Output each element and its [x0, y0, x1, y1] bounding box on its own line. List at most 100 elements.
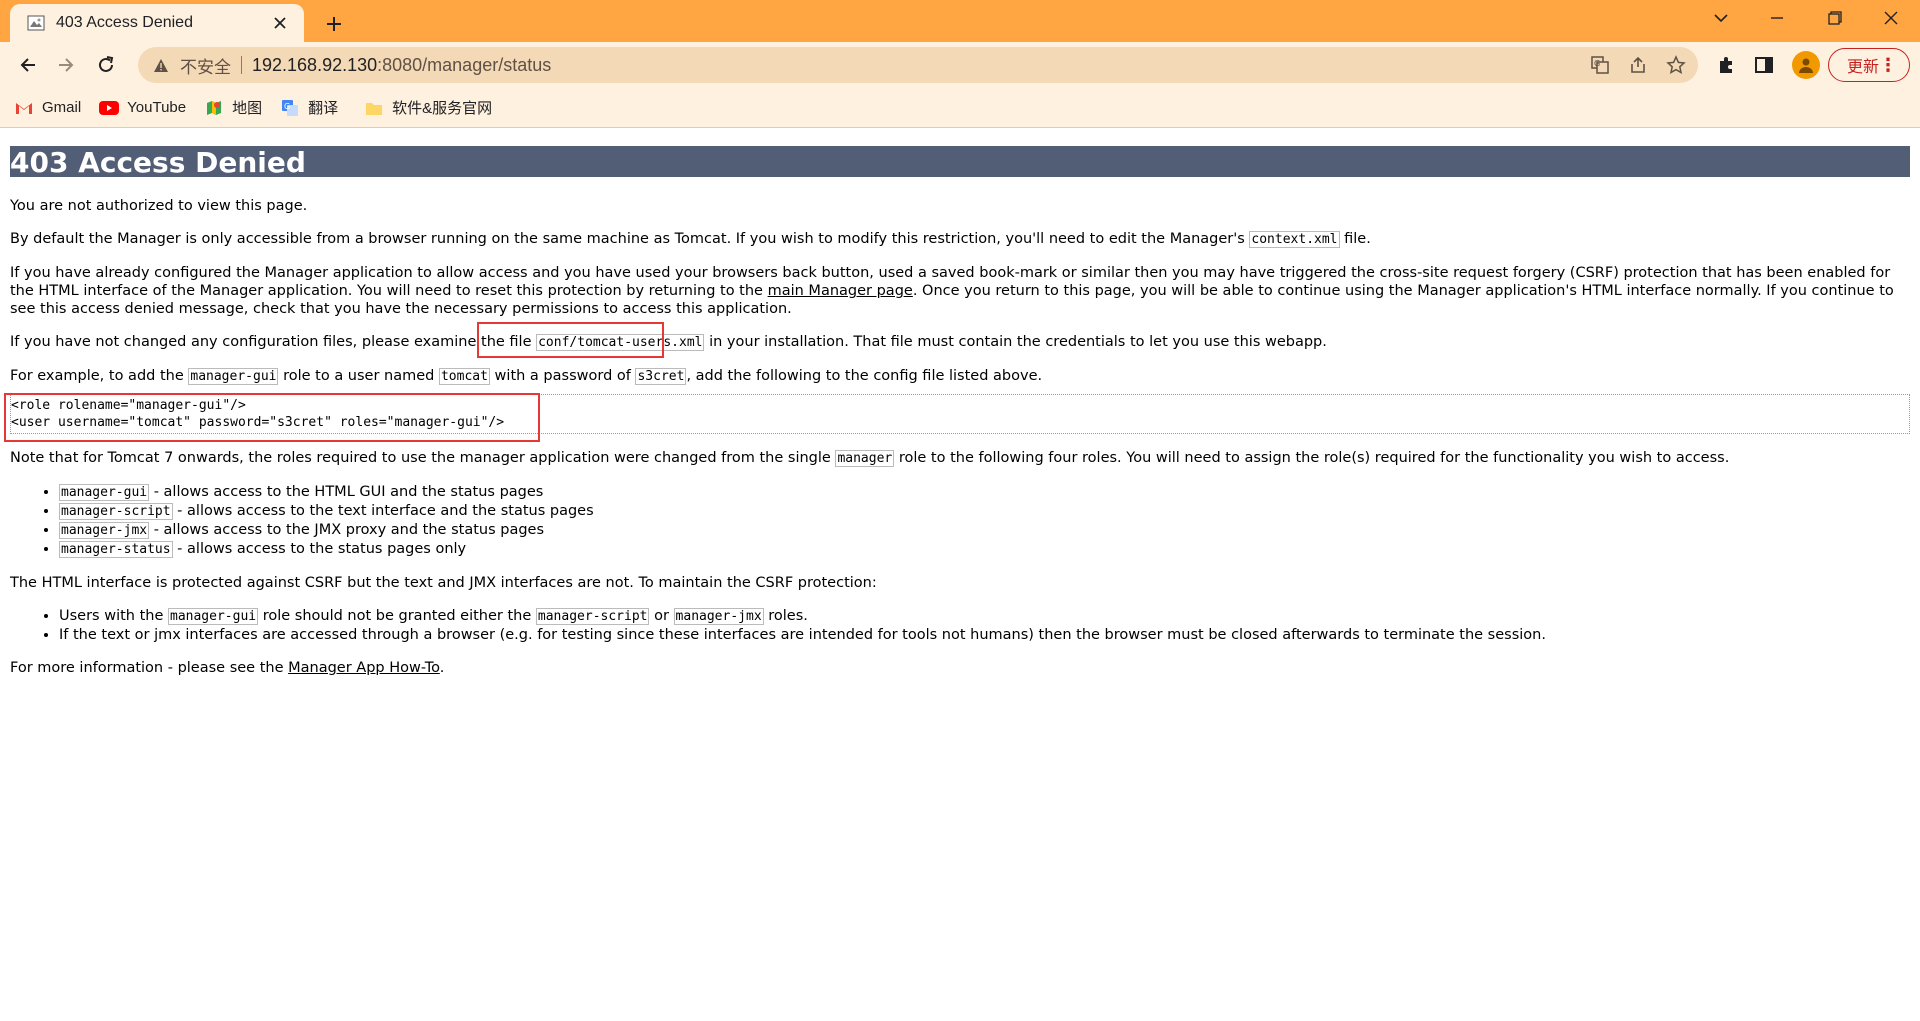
page-title: 403 Access Denied — [10, 146, 1910, 179]
bookmark-translate[interactable]: G 翻译 — [280, 97, 338, 118]
bookmarks-bar: Gmail YouTube 地图 G 翻译 软件&服务官网 — [0, 88, 1920, 128]
list-item: manager-status - allows access to the st… — [59, 540, 1910, 559]
browser-chrome: 403 Access Denied 不安全 192.168.92.130:808… — [0, 0, 1920, 128]
paragraph-more-info: For more information - please see the Ma… — [10, 659, 1910, 677]
paragraph-default-access: By default the Manager is only accessibl… — [10, 230, 1910, 249]
new-tab-button[interactable] — [318, 8, 350, 40]
list-item: Users with the manager-gui role should n… — [59, 607, 1910, 626]
text: If you have not changed any configuratio… — [10, 334, 537, 350]
code-context-xml: context.xml — [1249, 231, 1340, 248]
manager-app-howto-link[interactable]: Manager App How-To — [288, 660, 440, 676]
url-text[interactable]: 192.168.92.130:8080/manager/status — [252, 55, 551, 76]
paragraph-tomcat7-roles: Note that for Tomcat 7 onwards, the role… — [10, 449, 1910, 468]
code-manager-gui: manager-gui — [168, 608, 259, 625]
menu-dots-icon: ⋮ — [1879, 55, 1897, 75]
text: role to a user named — [278, 368, 439, 384]
highlight-box-tomcat-users — [477, 322, 664, 358]
gmail-icon — [14, 100, 34, 116]
text: . — [439, 660, 445, 676]
code-manager-gui: manager-gui — [188, 368, 279, 385]
text: Note that for Tomcat 7 onwards, the role… — [10, 450, 836, 466]
text: with a password of — [489, 368, 636, 384]
forward-arrow-icon[interactable] — [50, 49, 82, 81]
bookmark-gmail[interactable]: Gmail — [14, 99, 81, 116]
code-role: manager-status — [59, 541, 173, 558]
back-arrow-icon[interactable] — [12, 49, 44, 81]
page-content: 403 Access Denied You are not authorized… — [0, 128, 1920, 1021]
text: For example, to add the — [10, 368, 189, 384]
text: role should not be granted either the — [258, 608, 536, 624]
list-item: manager-script - allows access to the te… — [59, 502, 1910, 521]
text: By default the Manager is only accessibl… — [10, 231, 1250, 247]
tab-active[interactable]: 403 Access Denied — [10, 4, 304, 42]
csrf-list: Users with the manager-gui role should n… — [59, 607, 1910, 644]
code-role: manager-jmx — [59, 522, 150, 539]
bookmark-folder[interactable]: 软件&服务官网 — [364, 97, 492, 118]
translate-icon: G — [280, 99, 300, 116]
tomcat-favicon-icon — [26, 13, 46, 33]
paragraph-example: For example, to add the manager-gui role… — [10, 367, 1910, 386]
minimize-icon[interactable] — [1750, 0, 1804, 36]
code-role: manager-script — [59, 503, 173, 520]
list-item: If the text or jmx interfaces are access… — [59, 626, 1910, 644]
tab-strip: 403 Access Denied — [0, 0, 1920, 42]
profile-avatar-icon[interactable] — [1792, 51, 1820, 79]
text: or — [649, 608, 674, 624]
bookmark-label: 翻译 — [308, 100, 339, 117]
bookmark-label: 软件&服务官网 — [392, 100, 493, 117]
svg-text:G: G — [284, 102, 290, 111]
translate-page-icon[interactable]: G — [1586, 51, 1614, 79]
youtube-icon — [99, 100, 120, 116]
warning-triangle-icon[interactable] — [152, 56, 170, 74]
code-manager: manager — [835, 450, 895, 467]
bookmark-label: 地图 — [232, 100, 263, 117]
address-bar[interactable]: 不安全 192.168.92.130:8080/manager/status G — [138, 47, 1698, 83]
text: Users with the — [59, 608, 168, 624]
text: If the text or jmx interfaces are access… — [59, 627, 1546, 643]
text: , add the following to the config file l… — [686, 368, 1043, 384]
text: file. — [1339, 231, 1371, 247]
code-manager-jmx: manager-jmx — [673, 608, 764, 625]
address-bar-actions: G — [1586, 51, 1690, 79]
insecure-label[interactable]: 不安全 — [180, 53, 231, 78]
text: - allows access to the HTML GUI and the … — [149, 484, 544, 500]
update-button[interactable]: 更新 ⋮ — [1828, 48, 1910, 82]
restore-icon[interactable] — [1808, 0, 1862, 36]
bookmark-label: YouTube — [127, 99, 187, 116]
text: The HTML interface is protected against … — [10, 575, 877, 591]
bookmark-star-icon[interactable] — [1662, 51, 1690, 79]
bookmark-youtube[interactable]: YouTube — [99, 99, 186, 116]
highlight-box-example-config — [4, 393, 540, 442]
share-icon[interactable] — [1624, 51, 1652, 79]
paragraph-csrf-protection: The HTML interface is protected against … — [10, 574, 1910, 592]
tab-close-icon[interactable] — [268, 11, 292, 35]
close-window-icon[interactable] — [1864, 0, 1918, 36]
paragraph-config-files: If you have not changed any configuratio… — [10, 333, 1910, 352]
text: - allows access to the JMX proxy and the… — [149, 522, 545, 538]
tab-search-chevron-down-icon[interactable] — [1694, 0, 1748, 36]
reload-icon[interactable] — [90, 49, 122, 81]
list-item: manager-gui - allows access to the HTML … — [59, 483, 1910, 502]
code-manager-script: manager-script — [535, 608, 650, 625]
text: For more information - please see the — [10, 660, 289, 676]
text: role to the following four roles. You wi… — [894, 450, 1730, 466]
paragraph-csrf-info: If you have already configured the Manag… — [10, 264, 1910, 318]
text: You are not authorized to view this page… — [10, 198, 308, 214]
address-separator — [241, 56, 242, 74]
roles-list: manager-gui - allows access to the HTML … — [59, 483, 1910, 559]
code-s3cret: s3cret — [635, 368, 687, 385]
url-path: :8080/manager/status — [377, 54, 552, 75]
text: in your installation. That file must con… — [704, 334, 1327, 350]
paragraph-not-authorized: You are not authorized to view this page… — [10, 197, 1910, 215]
text: roles. — [763, 608, 808, 624]
main-manager-page-link[interactable]: main Manager page — [768, 283, 913, 299]
side-panel-icon[interactable] — [1750, 51, 1778, 79]
svg-text:G: G — [1594, 59, 1600, 68]
folder-icon — [364, 100, 384, 116]
maps-icon — [204, 100, 224, 116]
bookmark-label: Gmail — [42, 99, 82, 116]
text: - allows access to the text interface an… — [172, 503, 594, 519]
extensions-puzzle-icon[interactable] — [1712, 51, 1740, 79]
code-tomcat: tomcat — [438, 368, 490, 385]
bookmark-maps[interactable]: 地图 — [204, 97, 262, 118]
